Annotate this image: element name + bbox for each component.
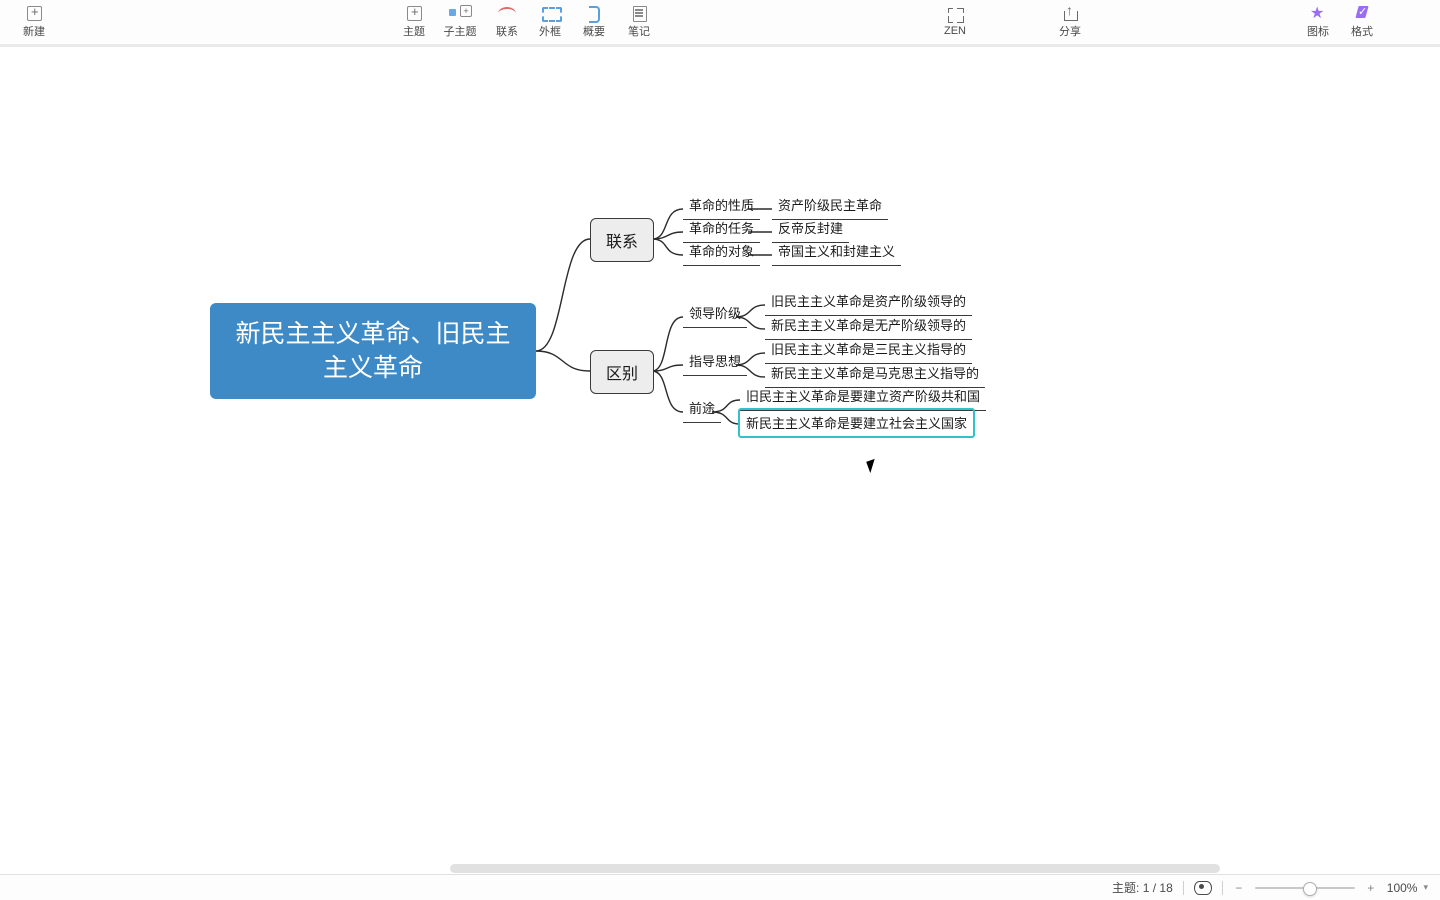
topic-label: 主题: [403, 23, 425, 39]
boundary-label: 外框: [539, 23, 561, 39]
subtopic-label: 子主题: [444, 23, 477, 39]
summary-button[interactable]: 概要: [576, 0, 612, 44]
leaf-value[interactable]: 帝国主义和封建主义: [772, 241, 901, 266]
toolbar: 新建 主题 子主题 联系 外框 概要 笔记 ZEN 分享 图标 格式: [0, 0, 1440, 45]
zoom-in-button[interactable]: +: [1365, 881, 1377, 895]
format-icon: [1351, 5, 1373, 21]
branch-qubie[interactable]: 区别: [590, 350, 654, 394]
root-topic[interactable]: 新民主主义革命、旧民主主义革命: [210, 303, 536, 399]
plus-icon: [23, 5, 45, 21]
format-button[interactable]: 格式: [1344, 0, 1380, 44]
boundary-icon: [539, 5, 561, 21]
zen-icon: [944, 7, 966, 23]
leaf-key[interactable]: 领导阶级: [683, 303, 747, 328]
cursor-icon: [868, 460, 879, 476]
notes-button[interactable]: 笔记: [621, 0, 657, 44]
branch-qubie-label: 区别: [606, 360, 638, 384]
topic-icon: [403, 5, 425, 21]
subtopic-icon: [449, 5, 471, 21]
zoom-slider[interactable]: [1255, 887, 1355, 889]
leaf-value[interactable]: 旧民主主义革命是资产阶级领导的: [765, 291, 972, 316]
share-label: 分享: [1059, 23, 1081, 39]
leaf-value[interactable]: 新民主主义革命是马克思主义指导的: [765, 363, 985, 388]
leaf-value[interactable]: 资产阶级民主革命: [772, 195, 888, 220]
leaf-value[interactable]: 新民主主义革命是无产阶级领导的: [765, 315, 972, 340]
connectors: [0, 47, 1380, 847]
icons-button[interactable]: 图标: [1300, 0, 1336, 44]
relationship-icon: [496, 5, 518, 21]
leaf-key[interactable]: 前途: [683, 398, 721, 423]
zen-button[interactable]: ZEN: [935, 0, 975, 44]
zen-label: ZEN: [944, 25, 966, 37]
notes-icon: [628, 5, 650, 21]
leaf-key[interactable]: 革命的性质: [683, 195, 760, 220]
new-button[interactable]: 新建: [14, 0, 54, 44]
branch-lianxi[interactable]: 联系: [590, 218, 654, 262]
topic-button[interactable]: 主题: [396, 0, 432, 44]
relationship-label: 联系: [496, 23, 518, 39]
leaf-value-selected[interactable]: 新民主主义革命是要建立社会主义国家: [738, 408, 975, 438]
share-button[interactable]: 分享: [1050, 0, 1090, 44]
status-bar: 主题: 1 / 18 − + 100% ▾: [0, 874, 1440, 900]
zoom-percent[interactable]: 100%: [1387, 881, 1418, 895]
branch-lianxi-label: 联系: [606, 228, 638, 252]
leaf-value[interactable]: 反帝反封建: [772, 218, 849, 243]
leaf-key[interactable]: 革命的对象: [683, 241, 760, 266]
chevron-down-icon[interactable]: ▾: [1423, 882, 1428, 893]
topic-count: 主题: 1 / 18: [1112, 879, 1173, 896]
share-icon: [1059, 5, 1081, 21]
format-label: 格式: [1351, 23, 1373, 39]
summary-label: 概要: [583, 23, 605, 39]
icons-label: 图标: [1307, 23, 1329, 39]
separator: [1183, 881, 1184, 895]
relationship-button[interactable]: 联系: [489, 0, 525, 44]
horizontal-scrollbar[interactable]: [450, 864, 1220, 873]
subtopic-button[interactable]: 子主题: [438, 0, 482, 44]
eye-icon[interactable]: [1194, 881, 1212, 895]
notes-label: 笔记: [628, 23, 650, 39]
leaf-key[interactable]: 指导思想: [683, 351, 747, 376]
root-label: 新民主主义革命、旧民主主义革命: [228, 317, 518, 385]
leaf-key[interactable]: 革命的任务: [683, 218, 760, 243]
summary-icon: [583, 5, 605, 21]
separator: [1222, 881, 1223, 895]
leaf-value[interactable]: 旧民主主义革命是三民主义指导的: [765, 339, 972, 364]
new-label: 新建: [23, 23, 45, 39]
star-icon: [1307, 5, 1329, 21]
boundary-button[interactable]: 外框: [532, 0, 568, 44]
mindmap-canvas[interactable]: 新民主主义革命、旧民主主义革命 联系 革命的性质 资产阶级民主革命 革命的任务 …: [0, 47, 1440, 875]
zoom-thumb[interactable]: [1303, 882, 1317, 896]
zoom-out-button[interactable]: −: [1233, 881, 1245, 895]
